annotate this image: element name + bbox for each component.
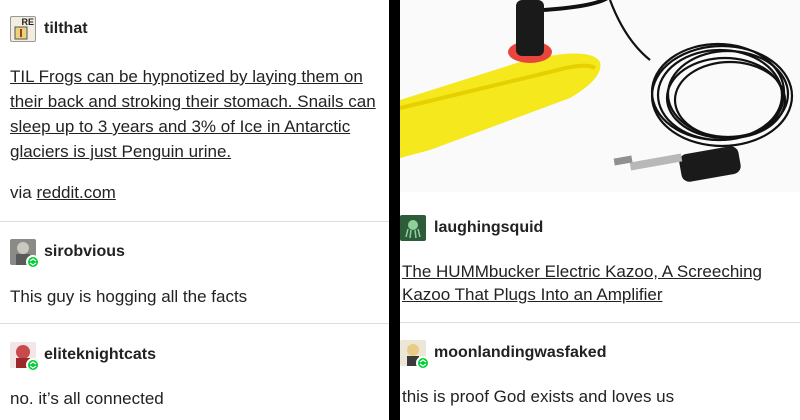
reblog-text: This guy is hogging all the facts [10,287,248,306]
right-post-panel: laughingsquid The HUMMbucker Electric Ka… [400,0,800,420]
kazoo-photo [400,0,800,192]
left-post-panel: RE tilthat TIL Frogs can be hypnotized b… [0,0,389,420]
username-moonlandingwasfaked[interactable]: moonlandingwasfaked [434,344,606,362]
username-tilthat[interactable]: tilthat [44,20,88,38]
username-sirobvious[interactable]: sirobvious [44,243,125,261]
til-post-text[interactable]: TIL Frogs can be hypnotized by laying th… [10,64,380,164]
reblog-header-moonlandingwasfaked: moonlandingwasfaked [400,340,606,370]
reblog-header-sirobvious: sirobvious [10,239,125,269]
username-laughingsquid[interactable]: laughingsquid [434,219,543,237]
kazoo-post-text[interactable]: The HUMMbucker Electric Kazoo, A Screech… [402,260,800,306]
post-header-laughingsquid: laughingsquid [400,215,543,241]
avatar[interactable] [10,239,40,269]
post-header-tilthat: RE tilthat [10,16,88,42]
laughingsquid-avatar [400,215,426,241]
source-link[interactable]: reddit.com [36,183,115,202]
divider [0,323,389,324]
avatar[interactable]: RE [10,16,36,42]
divider [0,221,389,222]
avatar[interactable] [400,340,430,370]
via-prefix: via [10,183,37,202]
username-eliteknightcats[interactable]: eliteknightcats [44,346,156,364]
tilthat-avatar: RE [10,16,36,42]
reblog-header-eliteknightcats: eliteknightcats [10,342,156,372]
divider [400,322,800,323]
reblog-icon [416,356,430,370]
reblog-text: this is proof God exists and loves us [402,387,675,406]
avatar[interactable] [10,342,40,372]
avatar[interactable] [400,215,426,241]
reblog-icon [26,255,40,269]
reblog-icon [26,358,40,372]
source-line: via reddit.com [10,180,116,205]
reblog-text: no. it’s all connected [10,389,164,408]
